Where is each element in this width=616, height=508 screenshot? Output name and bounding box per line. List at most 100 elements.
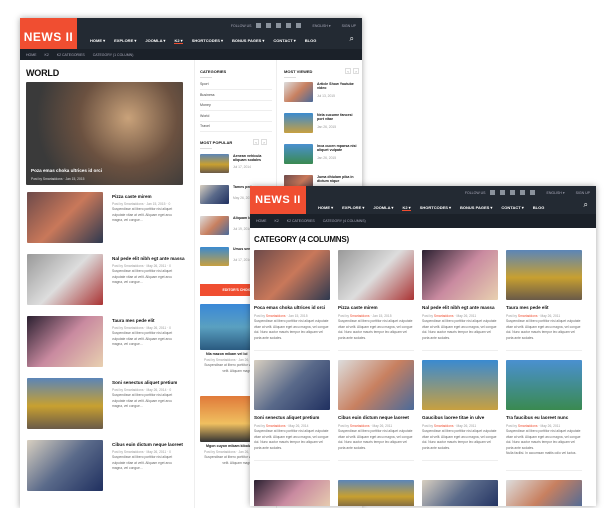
nav-item[interactable]: JOOMLA ▾ <box>373 205 393 211</box>
article-title[interactable]: Taura mes pede elit <box>112 318 155 323</box>
breadcrumb-item[interactable]: K2 <box>275 219 279 223</box>
nav-item[interactable]: SHORTCODES ▾ <box>192 38 223 44</box>
popular-title[interactable]: Aenean vehicula aliquam sodales <box>233 154 273 162</box>
article-image[interactable] <box>27 440 103 491</box>
author-link[interactable]: Smartaddons <box>266 314 286 318</box>
author-link[interactable]: Smartaddons <box>350 314 370 318</box>
nav-item[interactable]: EXPLORE ▾ <box>114 38 136 44</box>
author-link[interactable]: Smartaddons <box>434 314 454 318</box>
next-icon[interactable]: › <box>261 139 267 145</box>
grid-title[interactable]: Nal pede elit nibh egt ante massa <box>422 305 500 310</box>
article-title[interactable]: Cibus euin dictum neque laoreet <box>112 442 183 447</box>
category-link[interactable]: Business <box>200 93 272 101</box>
featured-title[interactable]: Poza emas choka ultrices id orci <box>31 168 102 173</box>
popular-thumb[interactable] <box>200 185 229 204</box>
viewed-thumb[interactable] <box>284 82 313 102</box>
logo[interactable]: NEWS II <box>250 186 306 214</box>
nav-item[interactable]: HOME ▾ <box>318 205 333 211</box>
nav-item[interactable]: CONTACT ▾ <box>501 205 523 211</box>
author-link[interactable]: Smartaddons <box>518 424 538 428</box>
grid-title[interactable]: Pizza caste mirem <box>338 305 416 310</box>
nav-item[interactable]: HOME ▾ <box>90 38 105 44</box>
nav-item[interactable]: BONUS PAGES ▾ <box>232 38 264 44</box>
article-title[interactable]: Nal pede elit nibh egt ante massa <box>112 256 185 261</box>
viewed-title[interactable]: Inca cucen mparsa nisi aliquet vulpate <box>317 144 359 152</box>
googleplus-icon[interactable] <box>276 23 282 28</box>
breadcrumb-item[interactable]: K2 <box>45 53 49 57</box>
prev-icon[interactable]: ‹ <box>345 68 351 74</box>
viewed-thumb[interactable] <box>284 113 313 133</box>
article-title[interactable]: Soni senectus aliquet pretium <box>112 380 177 385</box>
googleplus-icon[interactable] <box>510 190 516 195</box>
grid-title[interactable]: Tra faucibus eu laoreet nunc <box>506 415 584 420</box>
grid-image[interactable] <box>254 250 330 300</box>
grid-title[interactable]: Poca emas choka ultrices id orci <box>254 305 332 310</box>
popular-thumb[interactable] <box>200 216 229 235</box>
grid-image[interactable] <box>254 480 330 506</box>
prev-icon[interactable]: ‹ <box>253 139 259 145</box>
search-icon[interactable]: ⌕ <box>584 200 588 210</box>
article-image[interactable] <box>27 378 103 429</box>
category-link[interactable]: Travel <box>200 124 272 132</box>
rss-icon[interactable] <box>530 190 536 195</box>
language-select[interactable]: ENGLISH ▾ <box>546 191 564 195</box>
grid-title[interactable]: Gaucibus laoree titae in ulve <box>422 415 500 420</box>
viewed-title[interactable]: Juma dhiulam pika in dictum nique <box>317 175 359 183</box>
signup-link[interactable]: SIGN UP <box>342 24 356 28</box>
nav-item[interactable]: JOOMLA ▾ <box>145 38 165 44</box>
pinterest-icon[interactable] <box>520 190 526 195</box>
nav-item[interactable]: BLOG <box>533 205 545 211</box>
author-link[interactable]: Smartaddons <box>518 314 538 318</box>
viewed-title[interactable]: Nela cucume fancesi port vitae <box>317 113 359 121</box>
popular-thumb[interactable] <box>200 154 229 173</box>
grid-image[interactable] <box>338 250 414 300</box>
grid-image[interactable] <box>338 480 414 506</box>
author-link[interactable]: Smartaddons <box>434 424 454 428</box>
breadcrumb-item[interactable]: K2 CATEGORIES <box>287 219 315 223</box>
nav-item[interactable]: K2 ▾ <box>174 38 183 44</box>
breadcrumb-item[interactable]: HOME <box>26 53 37 57</box>
pinterest-icon[interactable] <box>286 23 292 28</box>
nav-item[interactable]: BONUS PAGES ▾ <box>460 205 492 211</box>
viewed-arrows[interactable]: ‹ › <box>345 68 359 74</box>
grid-image[interactable] <box>254 360 330 410</box>
viewed-thumb[interactable] <box>284 144 313 164</box>
breadcrumb-item[interactable]: K2 CATEGORIES <box>57 53 85 57</box>
editor-title[interactable]: Nla mazon mikam vel lol <box>206 352 248 356</box>
grid-image[interactable] <box>506 360 582 410</box>
facebook-icon[interactable] <box>490 190 496 195</box>
viewed-title[interactable]: Article Show Youtube video <box>317 82 359 90</box>
article-image[interactable] <box>27 316 103 367</box>
popular-thumb[interactable] <box>200 247 229 266</box>
author-link[interactable]: Smartaddons <box>266 424 286 428</box>
grid-image[interactable] <box>338 360 414 410</box>
rss-icon[interactable] <box>296 23 302 28</box>
language-select[interactable]: ENGLISH ▾ <box>312 24 330 28</box>
breadcrumb-item[interactable]: CATEGORY (1 COLUMN) <box>93 53 134 57</box>
breadcrumb-item[interactable]: CATEGORY (4 COLUMNS) <box>323 219 366 223</box>
twitter-icon[interactable] <box>500 190 506 195</box>
grid-image[interactable] <box>506 250 582 300</box>
grid-title[interactable]: Taura mes pede elit <box>506 305 584 310</box>
article-image[interactable] <box>27 192 103 243</box>
twitter-icon[interactable] <box>266 23 272 28</box>
grid-image[interactable] <box>422 360 498 410</box>
author-link[interactable]: Smartaddons <box>350 424 370 428</box>
grid-title[interactable]: Cibus euin dictum neque laoreet <box>338 415 416 420</box>
nav-item[interactable]: K2 ▾ <box>402 205 411 211</box>
category-link[interactable]: Money <box>200 103 272 111</box>
nav-item[interactable]: BLOG <box>305 38 317 44</box>
next-icon[interactable]: › <box>353 68 359 74</box>
breadcrumb-item[interactable]: HOME <box>256 219 267 223</box>
category-link[interactable]: Sport <box>200 82 272 90</box>
nav-item[interactable]: CONTACT ▾ <box>273 38 295 44</box>
article-image[interactable] <box>27 254 103 305</box>
category-link[interactable]: World <box>200 114 272 122</box>
nav-item[interactable]: SHORTCODES ▾ <box>420 205 451 211</box>
grid-image[interactable] <box>506 480 582 506</box>
facebook-icon[interactable] <box>256 23 262 28</box>
signup-link[interactable]: SIGN UP <box>576 191 590 195</box>
popular-arrows[interactable]: ‹ › <box>253 139 267 145</box>
grid-title[interactable]: Soni senectus aliquet pretium <box>254 415 332 420</box>
search-icon[interactable]: ⌕ <box>350 34 354 44</box>
